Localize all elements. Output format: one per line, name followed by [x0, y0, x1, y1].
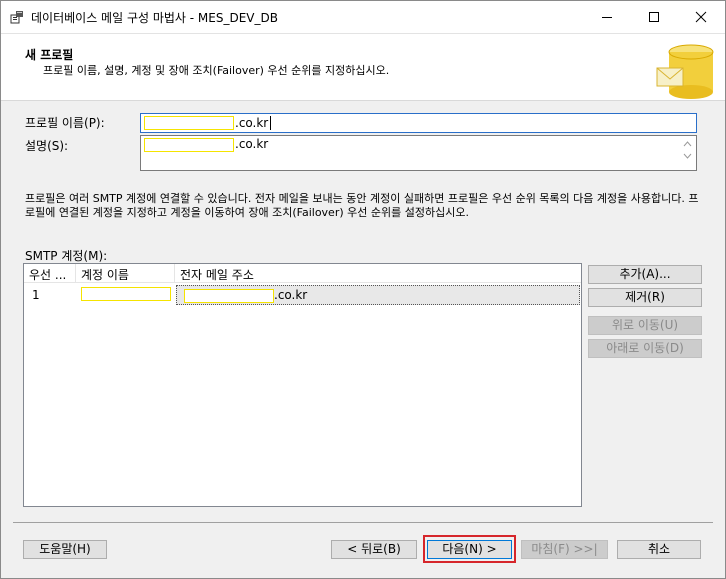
wizard-window: 데이터베이스 메일 구성 마법사 - MES_DEV_DB 새 프로필 프로필 …: [0, 0, 726, 579]
close-window-button[interactable]: [678, 1, 724, 33]
text-caret: [270, 116, 271, 130]
profile-name-suffix: .co.kr: [235, 116, 269, 130]
table-row[interactable]: 1 .co.kr: [24, 285, 581, 305]
minimize-icon: [602, 17, 612, 18]
move-up-button[interactable]: 위로 이동(U): [588, 316, 702, 335]
profile-name-input[interactable]: .co.kr: [140, 113, 697, 133]
back-button[interactable]: < 뒤로(B): [331, 540, 417, 559]
redacted-account-name: [81, 287, 171, 301]
redacted-profile-name: [144, 116, 234, 130]
maximize-icon: [649, 12, 659, 22]
description-label: 설명(S):: [25, 139, 69, 153]
redacted-description: [144, 138, 234, 152]
row-email-cell[interactable]: .co.kr: [176, 285, 580, 305]
list-header: 우선 ... 계정 이름 전자 메일 주소: [24, 264, 581, 283]
description-suffix: .co.kr: [235, 137, 269, 151]
page-subtitle: 프로필 이름, 설명, 계정 및 장애 조치(Failover) 우선 순위를 …: [43, 64, 390, 77]
database-mail-icon: [656, 44, 714, 99]
minimize-button[interactable]: [584, 1, 630, 33]
textarea-scroll-arrows[interactable]: [681, 138, 694, 162]
move-down-button[interactable]: 아래로 이동(D): [588, 339, 702, 358]
wizard-header: 새 프로필 프로필 이름, 설명, 계정 및 장애 조치(Failover) 우…: [1, 33, 725, 101]
column-email-address[interactable]: 전자 메일 주소: [175, 264, 581, 283]
redacted-email: [184, 289, 274, 303]
help-button[interactable]: 도움말(H): [23, 540, 107, 559]
row-priority: 1: [32, 288, 40, 302]
window-title: 데이터베이스 메일 구성 마법사 - MES_DEV_DB: [31, 11, 278, 25]
cancel-button[interactable]: 취소: [617, 540, 701, 559]
title-bar: 데이터베이스 메일 구성 마법사 - MES_DEV_DB: [1, 1, 725, 33]
profile-name-label: 프로필 이름(P):: [25, 116, 105, 130]
row-email-suffix: .co.kr: [274, 288, 308, 302]
column-account-name[interactable]: 계정 이름: [76, 264, 175, 283]
finish-button[interactable]: 마침(F) >>|: [521, 540, 608, 559]
smtp-accounts-label: SMTP 계정(M):: [25, 249, 108, 263]
page-title: 새 프로필: [25, 48, 74, 62]
maximize-button[interactable]: [631, 1, 677, 33]
add-account-button[interactable]: 추가(A)...: [588, 265, 702, 284]
description-textarea[interactable]: .co.kr: [140, 135, 697, 171]
footer-divider: [13, 522, 713, 523]
next-button[interactable]: 다음(N) >: [427, 540, 512, 559]
close-icon: [695, 11, 707, 23]
failover-info-text: 프로필은 여러 SMTP 계정에 연결할 수 있습니다. 전자 메일을 보내는 …: [25, 192, 699, 219]
remove-account-button[interactable]: 제거(R): [588, 288, 702, 307]
column-priority[interactable]: 우선 ...: [24, 264, 76, 283]
smtp-accounts-list[interactable]: 우선 ... 계정 이름 전자 메일 주소 1 .co.kr: [23, 263, 582, 507]
database-mail-app-icon: [10, 11, 23, 24]
